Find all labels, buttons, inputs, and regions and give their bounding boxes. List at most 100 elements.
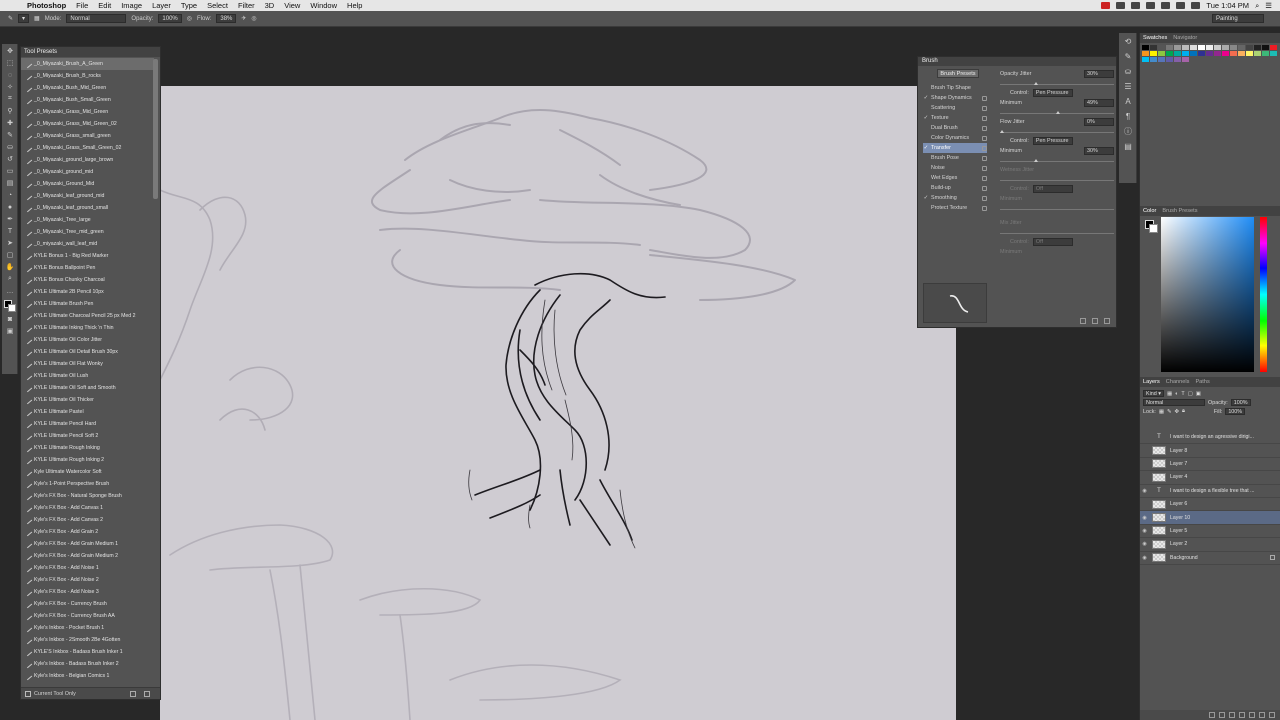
info-panel-icon[interactable]: ⓘ (1123, 127, 1133, 137)
visibility-eye-icon[interactable]: ◉ (1140, 488, 1149, 494)
pen-tool-icon[interactable]: ✒ (4, 214, 16, 224)
tool-preset-item[interactable]: _0_Miyazaki_Grass_Small_Green_02 (21, 142, 154, 154)
sync-icon[interactable] (1146, 2, 1156, 9)
color-swatch[interactable] (1182, 45, 1189, 50)
tool-preset-item[interactable]: KYLE Ultimate Pencil Hard (21, 418, 154, 430)
layer-row[interactable]: ◉ Layer 5 (1140, 525, 1280, 539)
color-swatch[interactable] (1214, 45, 1221, 50)
brush-panel-title[interactable]: Brush (918, 57, 1116, 66)
brush-option-item[interactable]: ✓ Texture (923, 113, 987, 123)
layer-row[interactable]: Layer 4 (1140, 471, 1280, 485)
color-swatch[interactable] (1238, 45, 1245, 50)
pressure-size-icon[interactable]: ◎ (251, 15, 256, 22)
healing-tool-icon[interactable]: ✚ (4, 118, 16, 128)
flow-control-select[interactable]: Pen Pressure (1032, 137, 1073, 145)
new-group-icon[interactable] (1249, 712, 1255, 718)
background-color-chip[interactable] (1149, 224, 1158, 233)
hue-slider[interactable] (1260, 217, 1267, 372)
color-swatch[interactable] (1230, 45, 1237, 50)
brush-option-checkbox[interactable]: ✓ (923, 195, 929, 201)
opacity-control-select[interactable]: Pen Pressure (1032, 89, 1073, 97)
visibility-eye-icon[interactable]: ◉ (1140, 541, 1149, 547)
layer-row[interactable]: Layer 6 (1140, 498, 1280, 512)
brush-option-item[interactable]: Color Dynamics (923, 133, 987, 143)
tool-preset-item[interactable]: KYLE Ultimate Rough Inking 2 (21, 454, 154, 466)
volume-icon[interactable] (1176, 2, 1186, 9)
menu-image[interactable]: Image (116, 1, 147, 10)
tab-navigator[interactable]: Navigator (1173, 35, 1197, 41)
brush-option-item[interactable]: ✓ Smoothing (923, 193, 987, 203)
history-panel-icon[interactable]: ⟲ (1123, 37, 1133, 47)
adjustment-layer-icon[interactable] (1239, 712, 1245, 718)
tool-preset-item[interactable]: Kyle's 1-Point Perspective Brush (21, 478, 154, 490)
tool-preset-item[interactable]: _0_Miyazaki_ground_mid (21, 166, 154, 178)
filter-smart-icon[interactable]: ▣ (1196, 391, 1201, 397)
color-swatch[interactable] (1158, 57, 1165, 62)
lock-position-icon[interactable]: ✥ (1175, 409, 1180, 415)
lock-icon[interactable] (982, 115, 987, 121)
color-swatch[interactable] (1150, 57, 1157, 62)
brush-option-item[interactable]: Scattering (923, 103, 987, 113)
flow-minimum-slider-knob[interactable] (1034, 159, 1039, 162)
color-swatch[interactable] (1142, 57, 1149, 62)
brush-presets-button[interactable]: Brush Presets (937, 69, 979, 78)
tool-preset-item[interactable]: _0_Miyazaki_Grass_small_green (21, 130, 154, 142)
tool-preset-item[interactable]: KYLE Ultimate 2B Pencil 10px (21, 286, 154, 298)
type-tool-icon[interactable]: T (4, 226, 16, 236)
tool-preset-item[interactable]: KYLE Ultimate Charcoal Pencil 25 px Med … (21, 310, 154, 322)
lock-icon[interactable] (982, 205, 987, 211)
tool-preset-item[interactable]: _0_Miyazaki_leaf_ground_mid (21, 190, 154, 202)
tool-preset-item[interactable]: _0_Miyazaki_Tree_large (21, 214, 154, 226)
flow-jitter-slider-knob[interactable] (1000, 130, 1004, 133)
tool-preset-item[interactable]: KYLE Ultimate Oil Soft and Smooth (21, 382, 154, 394)
tool-preset-item[interactable]: Kyle's FX Box - Add Grain 2 (21, 526, 154, 538)
add-mask-icon[interactable] (1229, 712, 1235, 718)
gradient-tool-icon[interactable]: ▤ (4, 178, 16, 188)
tool-preset-item[interactable]: KYLE'S Inkbox - Badass Brush Inker 1 (21, 646, 154, 658)
brush-option-item[interactable]: Dual Brush (923, 123, 987, 133)
tool-preset-item[interactable]: Kyle's FX Box - Add Canvas 1 (21, 502, 154, 514)
brush-option-item[interactable]: ✓ Shape Dynamics (923, 93, 987, 103)
menu-3d[interactable]: 3D (260, 1, 280, 10)
lock-icon[interactable] (982, 95, 987, 101)
opacity-minimum-field[interactable]: 49% (1084, 98, 1114, 107)
toggle-live-tip-icon[interactable] (1080, 318, 1086, 324)
color-swatch[interactable] (1206, 45, 1213, 50)
kind-filter-select[interactable]: Kind ▾ (1143, 390, 1165, 397)
flow-minimum-field[interactable]: 30% (1084, 146, 1114, 155)
lock-icon[interactable] (982, 195, 987, 201)
color-swatch[interactable] (1254, 51, 1261, 56)
marquee-tool-icon[interactable]: ⬚ (4, 58, 16, 68)
menu-select[interactable]: Select (202, 1, 233, 10)
tool-preset-item[interactable]: KYLE Ultimate Oil Thicker (21, 394, 154, 406)
delete-preset-icon[interactable] (144, 690, 150, 697)
color-swatch[interactable] (1150, 51, 1157, 56)
color-swatch[interactable] (1238, 51, 1245, 56)
tool-preset-item[interactable]: _0_Miyazaki_Brush_A_Green (21, 58, 154, 70)
tool-preset-item[interactable]: Kyle's Inkbox - 2Smooth 2Be 4Gotten (21, 634, 154, 646)
app-menu[interactable]: Photoshop (22, 1, 71, 10)
color-swatch[interactable] (1254, 45, 1261, 50)
tool-preset-item[interactable]: KYLE Ultimate Inking Thick 'n Thin (21, 322, 154, 334)
lock-icon[interactable] (982, 125, 987, 131)
tool-preset-item[interactable]: _0_Miyazaki_Bush_Small_Green (21, 94, 154, 106)
filter-adjust-icon[interactable]: ◐ (1175, 391, 1178, 397)
color-swatch[interactable] (1206, 51, 1213, 56)
mode-select[interactable]: Normal (66, 14, 127, 23)
lasso-tool-icon[interactable]: ◌ (4, 70, 16, 80)
tool-preset-item[interactable]: Kyle's FX Box - Add Noise 1 (21, 562, 154, 574)
blur-tool-icon[interactable]: ◔ (4, 190, 16, 200)
brush-option-item[interactable]: Brush Pose (923, 153, 987, 163)
color-swatch[interactable] (1198, 51, 1205, 56)
menu-list-icon[interactable]: ☰ (1265, 1, 1272, 10)
lock-icon[interactable] (982, 185, 987, 191)
eraser-tool-icon[interactable]: ▭ (4, 166, 16, 176)
color-swatch[interactable] (1246, 45, 1253, 50)
opacity-jitter-slider[interactable] (1000, 79, 1114, 85)
color-swatch[interactable] (1166, 57, 1173, 62)
tab-layers[interactable]: Layers (1143, 379, 1160, 385)
lock-transparent-icon[interactable]: ▦ (1159, 409, 1164, 415)
pressure-opacity-icon[interactable]: ◎ (187, 15, 192, 22)
new-layer-icon[interactable] (1259, 712, 1265, 718)
lock-all-icon[interactable]: 🔒︎ (1182, 408, 1185, 415)
